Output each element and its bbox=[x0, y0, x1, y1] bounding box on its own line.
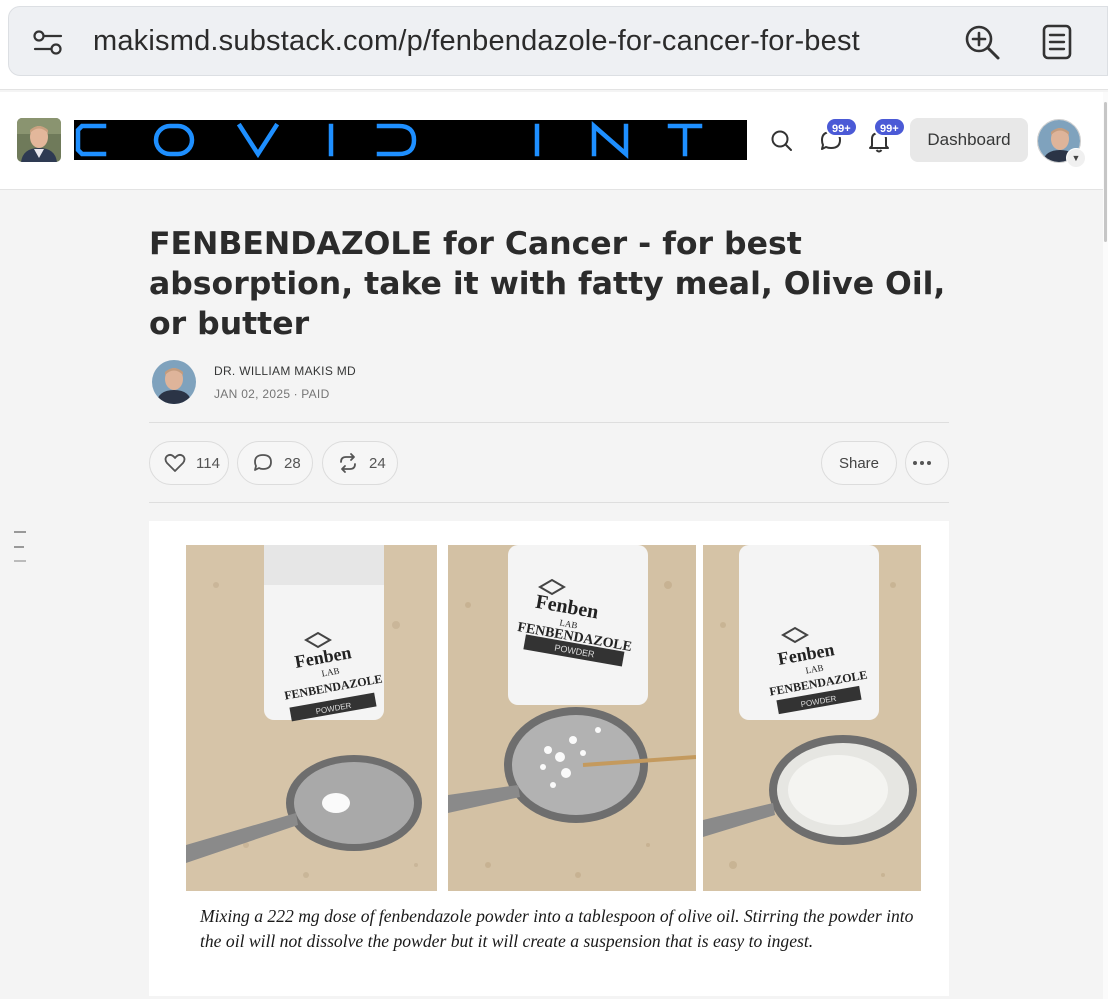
image-caption: Mixing a 222 mg dose of fenbendazole pow… bbox=[200, 906, 914, 951]
comment-button[interactable]: 28 bbox=[237, 441, 313, 485]
post-date: JAN 02, 2025 ∙ PAID bbox=[214, 387, 330, 401]
share-button[interactable]: Share bbox=[821, 441, 897, 485]
search-icon[interactable] bbox=[769, 128, 795, 154]
table-of-contents-icon[interactable] bbox=[12, 530, 28, 564]
share-label: Share bbox=[838, 454, 880, 472]
publication-banner[interactable] bbox=[74, 120, 747, 160]
divider bbox=[149, 502, 949, 503]
url-text[interactable]: makismd.substack.com/p/fenbendazole-for-… bbox=[93, 25, 860, 58]
ellipsis-icon bbox=[913, 461, 931, 465]
browser-toolbar: makismd.substack.com/p/fenbendazole-for-… bbox=[0, 0, 1108, 90]
author-avatar[interactable] bbox=[152, 360, 196, 404]
article-image[interactable]: Fenben LAB FENBENDAZOLE POWDER Fenben LA… bbox=[149, 521, 949, 996]
comment-icon bbox=[254, 454, 272, 471]
chat-badge: 99+ bbox=[825, 117, 858, 137]
photo-powder-in-spoon: Fenben LAB FENBENDAZOLE POWDER bbox=[186, 545, 437, 891]
photo-suspension-in-oil: Fenben LAB FENBENDAZOLE POWDER bbox=[703, 545, 921, 891]
heart-icon bbox=[164, 453, 186, 472]
site-settings-icon[interactable] bbox=[33, 29, 63, 57]
scrollbar-thumb[interactable] bbox=[1104, 102, 1107, 242]
dashboard-button[interactable]: Dashboard bbox=[910, 118, 1028, 162]
site-header: 99+ 99+ Dashboard ▼ bbox=[0, 92, 1103, 190]
restack-count: 24 bbox=[369, 454, 386, 472]
restack-icon bbox=[340, 453, 356, 473]
zoom-in-icon[interactable] bbox=[963, 23, 1001, 61]
more-options-button[interactable] bbox=[905, 441, 949, 485]
publication-logo[interactable] bbox=[17, 118, 61, 162]
like-count: 114 bbox=[196, 454, 220, 472]
like-button[interactable]: 114 bbox=[149, 441, 229, 485]
comment-count: 28 bbox=[284, 454, 301, 472]
address-bar[interactable]: makismd.substack.com/p/fenbendazole-for-… bbox=[8, 6, 1108, 76]
divider bbox=[149, 422, 949, 423]
photo-stirring-powder: Fenben LAB FENBENDAZOLE POWDER bbox=[448, 545, 696, 891]
reader-mode-icon[interactable] bbox=[1040, 23, 1074, 61]
notifications-badge: 99+ bbox=[873, 117, 906, 137]
post-title: FENBENDAZOLE for Cancer - for best absor… bbox=[149, 226, 946, 342]
author-name[interactable]: DR. WILLIAM MAKIS MD bbox=[214, 364, 356, 378]
restack-button[interactable]: 24 bbox=[322, 441, 398, 485]
chevron-down-icon[interactable]: ▼ bbox=[1066, 148, 1086, 168]
